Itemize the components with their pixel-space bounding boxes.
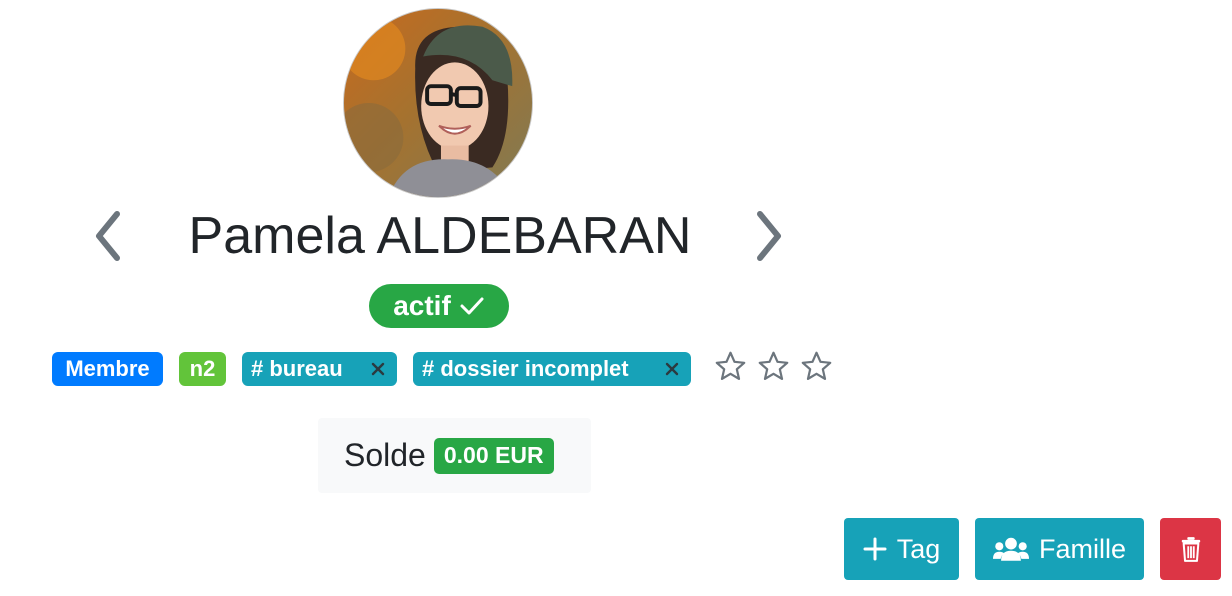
star-1[interactable] [714, 350, 747, 383]
balance-amount-badge: 0.00 EUR [433, 437, 554, 474]
status-badge[interactable]: actif [369, 284, 509, 328]
remove-tag-dossier-button[interactable] [662, 359, 682, 379]
star-2[interactable] [757, 350, 790, 383]
level-label: n2 [189, 356, 216, 381]
next-member-button[interactable] [746, 204, 792, 268]
avatar [343, 8, 533, 198]
rating-stars [714, 350, 833, 383]
member-profile: Pamela ALDEBARAN actif Membre n2 # burea… [0, 0, 1232, 596]
chevron-right-icon [757, 211, 781, 261]
level-badge: n2 [179, 352, 226, 386]
tag-bureau-label: # bureau [251, 356, 343, 381]
add-tag-label: Tag [896, 533, 941, 564]
famille-label: Famille [1038, 533, 1126, 564]
balance-box: Solde 0.00 EUR [318, 418, 591, 493]
membership-badge: Membre [52, 352, 163, 386]
balance-label: Solde [344, 437, 426, 473]
tag-bureau[interactable]: # bureau [242, 352, 397, 386]
status-label: actif [393, 290, 451, 321]
users-icon [992, 536, 1029, 562]
famille-button[interactable]: Famille [975, 518, 1144, 580]
star-outline-icon [758, 351, 789, 380]
trash-icon [1180, 536, 1202, 562]
member-name: Pamela ALDEBARAN [188, 207, 692, 265]
chevron-left-icon [96, 211, 120, 261]
membership-label: Membre [65, 356, 150, 381]
close-icon [371, 362, 385, 376]
star-outline-icon [801, 351, 832, 380]
star-outline-icon [715, 351, 746, 380]
tag-dossier-incomplet[interactable]: # dossier incomplet [413, 352, 691, 386]
check-icon [460, 297, 484, 315]
avatar-photo [344, 9, 532, 197]
delete-button[interactable] [1160, 518, 1221, 580]
previous-member-button[interactable] [85, 204, 131, 268]
plus-icon [863, 537, 887, 561]
remove-tag-bureau-button[interactable] [368, 359, 388, 379]
star-3[interactable] [800, 350, 833, 383]
add-tag-button[interactable]: Tag [844, 518, 959, 580]
tag-dossier-label: # dossier incomplet [422, 356, 629, 381]
close-icon [665, 362, 679, 376]
